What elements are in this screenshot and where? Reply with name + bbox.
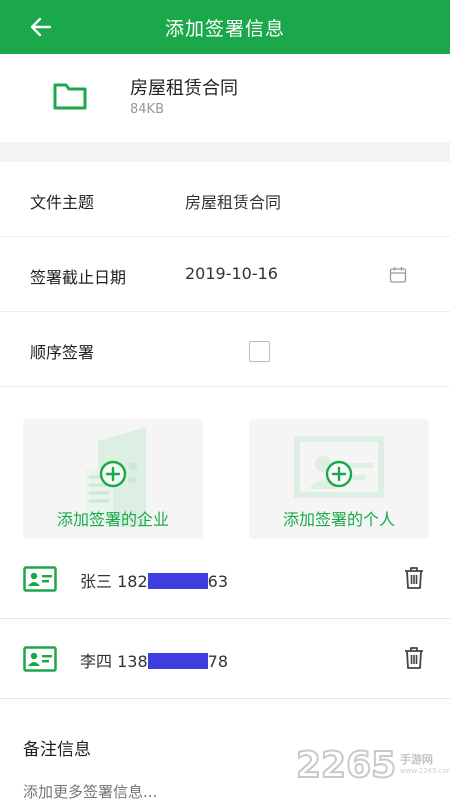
page-title: 添加签署信息 <box>164 18 285 40</box>
watermark-url: www.2265.com <box>400 767 450 775</box>
redaction-bar <box>147 573 208 589</box>
plus-circle-icon <box>325 460 353 488</box>
subject-label: 文件主题 <box>30 193 95 212</box>
remark-input[interactable] <box>23 783 283 800</box>
signer-name-phone-prefix: 张三 182 <box>80 572 148 591</box>
folder-icon <box>53 83 87 110</box>
signer-name-phone-prefix: 李四 138 <box>80 652 148 671</box>
signer-info: 李四 138 78 <box>80 648 228 672</box>
section-divider <box>0 142 450 162</box>
redaction-bar <box>147 653 208 669</box>
sequential-sign-label: 顺序签署 <box>30 343 95 362</box>
sequential-sign-row: 顺序签署 <box>0 312 450 387</box>
plus-circle-icon <box>99 460 127 488</box>
file-size: 84KB <box>130 102 164 117</box>
id-card-icon <box>23 566 57 592</box>
signer-row[interactable]: 李四 138 78 <box>0 619 450 699</box>
remark-title: 备注信息 <box>23 740 91 760</box>
file-card: 房屋租赁合同 84KB <box>0 54 450 142</box>
add-company-button[interactable]: 添加签署的企业 <box>23 419 203 539</box>
signer-info: 张三 182 63 <box>80 568 228 592</box>
signer-phone-suffix: 78 <box>207 652 228 671</box>
deadline-field[interactable]: 2019-10-16 <box>185 264 278 283</box>
signer-phone-suffix: 63 <box>207 572 228 591</box>
add-person-label: 添加签署的个人 <box>282 510 395 529</box>
watermark-sub: 手游网 <box>400 753 433 766</box>
deadline-row[interactable]: 签署截止日期 2019-10-16 <box>0 237 450 312</box>
trash-icon[interactable] <box>403 646 425 670</box>
file-name: 房屋租赁合同 <box>130 78 238 99</box>
top-app-bar: 添加签署信息 <box>0 0 450 54</box>
add-person-button[interactable]: 添加签署的个人 <box>249 419 429 539</box>
site-watermark: 2265 手游网 www.2265.com <box>295 744 450 793</box>
signer-row[interactable]: 张三 182 63 <box>0 539 450 619</box>
subject-field[interactable]: 房屋租赁合同 <box>185 189 281 213</box>
sequential-sign-checkbox[interactable] <box>249 341 270 362</box>
subject-row[interactable]: 文件主题 房屋租赁合同 <box>0 162 450 237</box>
watermark-number: 2265 <box>295 744 397 787</box>
calendar-icon[interactable] <box>389 266 407 284</box>
trash-icon[interactable] <box>403 566 425 590</box>
add-company-label: 添加签署的企业 <box>56 510 169 529</box>
id-card-icon <box>23 646 57 672</box>
deadline-label: 签署截止日期 <box>30 268 127 287</box>
